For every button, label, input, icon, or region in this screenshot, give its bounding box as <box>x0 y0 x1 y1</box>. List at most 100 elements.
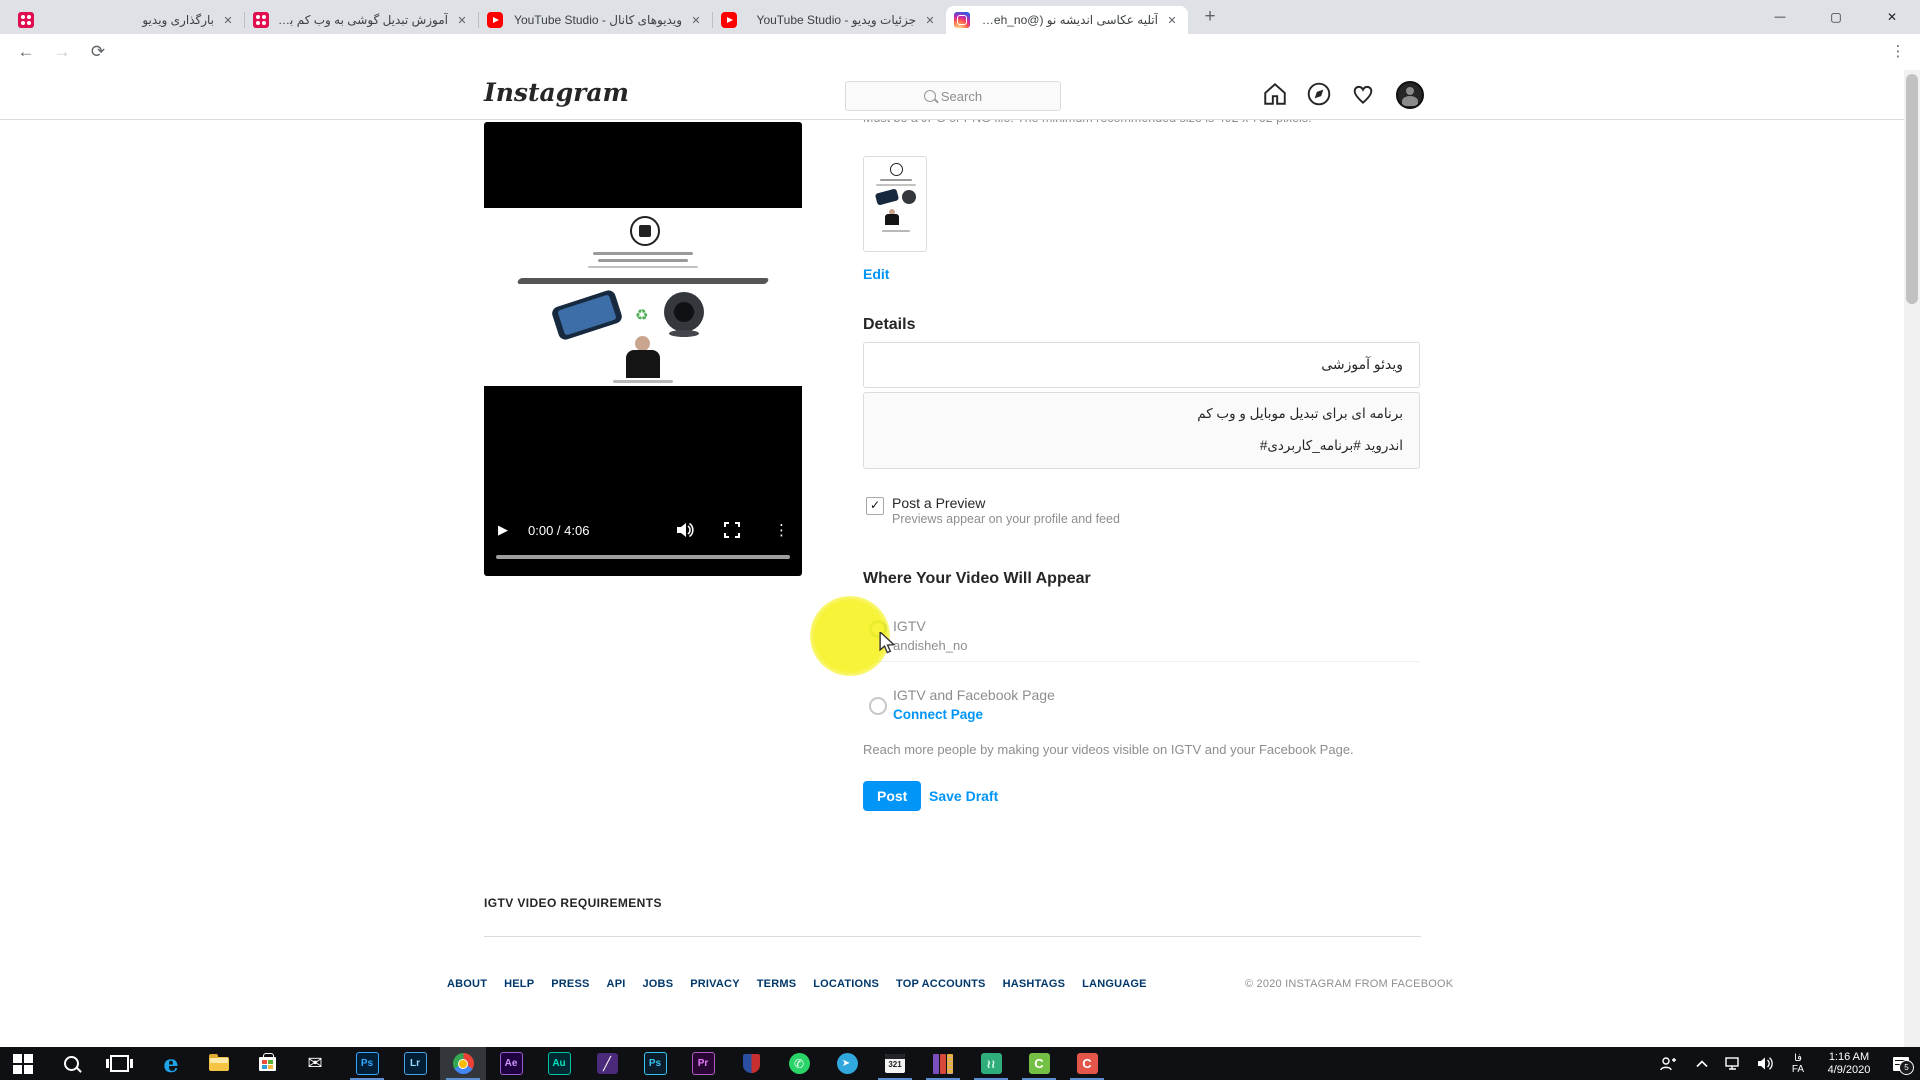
footer-link-press[interactable]: PRESS <box>551 978 589 990</box>
video-poster: ♻ <box>484 208 802 386</box>
tab-close-icon[interactable]: ✕ <box>922 14 938 27</box>
save-draft-link[interactable]: Save Draft <box>929 788 998 804</box>
footer-link-top-accounts[interactable]: TOP ACCOUNTS <box>896 978 986 990</box>
window-close-button[interactable]: ✕ <box>1864 0 1920 34</box>
youtube-favicon-icon <box>721 12 737 28</box>
activity-heart-icon[interactable] <box>1350 81 1376 107</box>
taskbar-search-icon[interactable] <box>48 1047 94 1080</box>
edit-cover-link[interactable]: Edit <box>863 266 889 282</box>
tab-title: آموزش تبدیل گوشی به وب کم با nX <box>275 13 448 27</box>
tray-network-icon[interactable] <box>1718 1047 1748 1080</box>
browser-tab-strip: بارگذاری ویدیو ✕ آموزش تبدیل گوشی به وب … <box>0 0 1920 34</box>
microsoft-store-icon[interactable] <box>244 1047 290 1080</box>
instagram-header: Instagram Search <box>0 70 1920 120</box>
footer-link-language[interactable]: LANGUAGE <box>1082 978 1147 990</box>
hamster-converter-icon[interactable]: ≀≀ <box>968 1047 1014 1080</box>
antivirus-shield-icon[interactable] <box>728 1047 774 1080</box>
profile-avatar[interactable] <box>1396 81 1424 109</box>
tab-close-icon[interactable]: ✕ <box>454 14 470 27</box>
kmplayer-icon[interactable]: 321 <box>872 1047 918 1080</box>
after-effects-icon[interactable]: Ae <box>488 1047 534 1080</box>
start-button[interactable] <box>0 1047 46 1080</box>
volume-icon[interactable] <box>676 522 694 538</box>
aparat-favicon-icon <box>253 12 269 28</box>
browser-tab-instagram-active[interactable]: آتلیه عکاسی اندیشه نو (@andisheh_no) ✕ <box>946 6 1188 34</box>
tray-clock[interactable]: 1:16 AM 4/9/2020 <box>1816 1047 1882 1080</box>
lightroom-icon[interactable]: Lr <box>392 1047 438 1080</box>
option-divider <box>863 661 1420 662</box>
explore-compass-icon[interactable] <box>1306 81 1332 107</box>
page-scrollbar[interactable] <box>1904 70 1920 1047</box>
igtv-facebook-radio[interactable] <box>869 697 887 715</box>
tray-people-icon[interactable] <box>1652 1047 1684 1080</box>
chrome-icon[interactable] <box>440 1047 486 1080</box>
description-line1: برنامه ای برای تبدیل موبایل و وب کم <box>1197 406 1403 421</box>
back-button[interactable]: ← <box>14 40 38 64</box>
connect-page-link[interactable]: Connect Page <box>893 707 983 722</box>
footer-link-locations[interactable]: LOCATIONS <box>813 978 879 990</box>
scrollbar-thumb[interactable] <box>1906 74 1918 304</box>
winrar-icon[interactable] <box>920 1047 966 1080</box>
cover-thumbnail[interactable] <box>863 156 927 252</box>
premiere-icon[interactable]: Pr <box>680 1047 726 1080</box>
fullscreen-icon[interactable] <box>724 522 740 538</box>
reload-button[interactable]: ⟳ <box>86 40 110 64</box>
tray-chevron-up-icon[interactable] <box>1688 1047 1716 1080</box>
new-tab-button[interactable]: + <box>1198 5 1222 29</box>
video-player[interactable]: ♻ ▶ 0:00 / 4:06 ⋮ <box>484 122 802 576</box>
browser-tab-youtube-videos[interactable]: ویدیوهای کانال - YouTube Studio ✕ <box>479 6 712 34</box>
footer-link-about[interactable]: ABOUT <box>447 978 487 990</box>
post-button[interactable]: Post <box>863 781 922 811</box>
footer-link-jobs[interactable]: JOBS <box>642 978 673 990</box>
forward-button[interactable]: → <box>50 40 74 64</box>
footer-link-hashtags[interactable]: HASHTAGS <box>1003 978 1066 990</box>
post-preview-checkbox[interactable]: ✓ <box>866 497 884 515</box>
edge-icon[interactable]: e <box>148 1047 194 1080</box>
photoshop-cs-icon[interactable]: Ps <box>632 1047 678 1080</box>
tray-volume-icon[interactable] <box>1750 1047 1782 1080</box>
mail-icon[interactable]: ✉ <box>292 1047 338 1080</box>
notification-badge: 5 <box>1899 1059 1914 1075</box>
tab-close-icon[interactable]: ✕ <box>220 14 236 27</box>
window-minimize-button[interactable]: — <box>1752 0 1808 34</box>
search-placeholder: Search <box>940 88 983 104</box>
tray-language-indicator[interactable]: فا FA <box>1784 1047 1812 1080</box>
post-preview-label: Post a Preview <box>892 495 986 511</box>
footer-link-terms[interactable]: TERMS <box>757 978 797 990</box>
tab-close-icon[interactable]: ✕ <box>1164 14 1180 27</box>
footer-link-api[interactable]: API <box>607 978 626 990</box>
tab-title: بارگذاری ویدیو <box>142 13 214 27</box>
browser-menu-icon[interactable]: ⋮ <box>1886 40 1910 64</box>
video-progress-bar[interactable] <box>496 555 790 559</box>
camtasia-recorder-icon[interactable]: C <box>1064 1047 1110 1080</box>
instagram-logo[interactable]: Instagram <box>484 78 629 107</box>
igtv-requirements-link[interactable]: IGTV VIDEO REQUIREMENTS <box>484 896 662 910</box>
description-textarea[interactable]: برنامه ای برای تبدیل موبایل و وب کم اندر… <box>863 392 1420 469</box>
telegram-icon[interactable]: ➤ <box>824 1047 870 1080</box>
browser-tab-youtube-details[interactable]: جزئیات ویدیو - YouTube Studio ✕ <box>713 6 946 34</box>
photoshop-icon[interactable]: Ps <box>344 1047 390 1080</box>
browser-tab-aparat-upload[interactable]: بارگذاری ویدیو ✕ <box>10 6 244 34</box>
footer-link-help[interactable]: HELP <box>504 978 534 990</box>
search-box[interactable]: Search <box>845 81 1061 111</box>
recycle-arrows-icon: ♻ <box>635 307 649 324</box>
window-maximize-button[interactable]: ▢ <box>1808 0 1864 34</box>
adobe-app-icon[interactable]: ╱ <box>584 1047 630 1080</box>
camtasia-icon[interactable]: C <box>1016 1047 1062 1080</box>
title-input[interactable]: ویدئو آموزشی <box>863 342 1420 388</box>
whatsapp-icon[interactable]: ✆ <box>776 1047 822 1080</box>
browser-tab-aparat-tutorial[interactable]: آموزش تبدیل گوشی به وب کم با nX ✕ <box>245 6 478 34</box>
video-menu-icon[interactable]: ⋮ <box>774 521 789 539</box>
lang-en-label: FA <box>1791 1063 1805 1075</box>
footer-link-privacy[interactable]: PRIVACY <box>690 978 739 990</box>
where-video-heading: Where Your Video Will Appear <box>863 570 1091 587</box>
browser-toolbar: ← → ⟳ instagram.com/tv/upload ☆ a P ◉ ↓ … <box>0 34 1920 100</box>
audition-icon[interactable]: Au <box>536 1047 582 1080</box>
action-center-icon[interactable]: 5 <box>1886 1047 1916 1080</box>
file-explorer-icon[interactable] <box>196 1047 242 1080</box>
play-button-icon[interactable]: ▶ <box>498 522 508 538</box>
tab-close-icon[interactable]: ✕ <box>688 14 704 27</box>
instagram-favicon-icon <box>954 12 970 28</box>
task-view-icon[interactable] <box>96 1047 142 1080</box>
home-icon[interactable] <box>1262 81 1288 107</box>
